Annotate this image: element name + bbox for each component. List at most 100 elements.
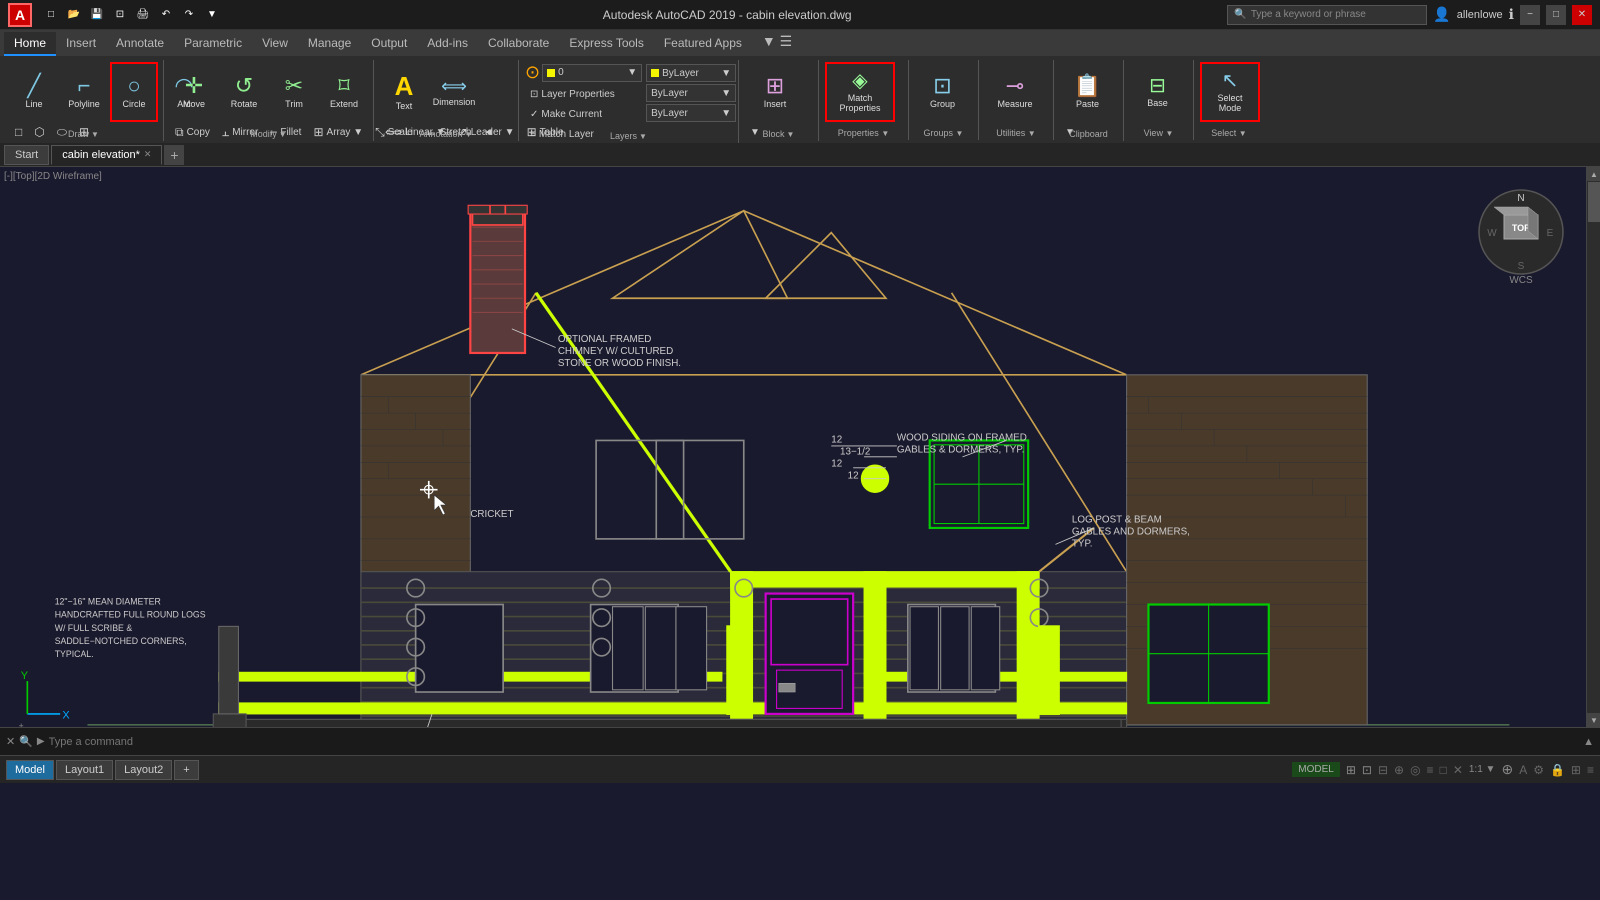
tab-annotate[interactable]: Annotate [106,32,174,56]
match-properties-button[interactable]: ◈ MatchProperties [825,62,895,122]
search-box[interactable]: 🔍 Type a keyword or phrase [1227,5,1427,25]
measure-button[interactable]: ⊸ Measure [985,62,1045,122]
cmd-x-icon[interactable]: ✕ [6,735,15,748]
view-label[interactable]: View ▼ [1144,128,1174,138]
snap-icon[interactable]: ⊡ [1362,763,1372,777]
matchprops-label[interactable]: Properties ▼ [838,128,889,138]
grid-icon[interactable]: ⊞ [1346,763,1356,777]
minimize-button[interactable]: − [1520,5,1540,25]
add-tab-button[interactable]: + [164,145,184,165]
scroll-thumb[interactable] [1588,182,1600,222]
modify-label[interactable]: Modify ▼ [250,129,286,139]
scroll-down-button[interactable]: ▼ [1587,713,1600,727]
selection-icon[interactable]: ✕ [1453,763,1463,777]
qat-redo[interactable]: ↷ [178,4,200,26]
insert-expand-icon: ▼ [787,130,795,139]
trim-button[interactable]: ✂ Trim [270,62,318,122]
select-label[interactable]: Select ▼ [1211,128,1246,138]
tab-output[interactable]: Output [361,32,417,56]
osnap-icon[interactable]: ◎ [1410,763,1420,777]
make-current-button[interactable]: ✓ Make Current [525,105,642,123]
insert-label[interactable]: Block ▼ [763,129,795,139]
rectangle-button[interactable]: □ [10,123,27,141]
layer-icon-row: ⊙ 0 ▼ [525,62,642,83]
lock-icon[interactable]: 🔒 [1550,763,1565,777]
insert-button[interactable]: ⊞ Insert [745,62,805,122]
rotate-button[interactable]: ↺ Rotate [220,62,268,122]
select-mode-button[interactable]: ↖ SelectMode [1200,62,1260,122]
tab-addins[interactable]: Add-ins [417,32,478,56]
layer-properties-button[interactable]: ⊡ Layer Properties [525,85,642,103]
lineweight-dropdown[interactable]: ByLayer ▼ [646,104,736,122]
svg-text:12: 12 [848,471,859,482]
workspace-icon[interactable]: ⚙ [1533,763,1544,777]
line-button[interactable]: ╱ Line [10,62,58,122]
annotation-label[interactable]: Annotation ▼ [420,129,473,139]
qat-plot[interactable]: 🖨 [132,4,154,26]
tab-insert[interactable]: Insert [56,32,106,56]
text-button[interactable]: A Text [380,62,428,122]
tab-express[interactable]: Express Tools [559,32,653,56]
tab-collaborate[interactable]: Collaborate [478,32,559,56]
maximize-button[interactable]: □ [1546,5,1566,25]
add-layout-button[interactable]: + [174,760,198,780]
autocad-logo[interactable]: A [8,3,32,27]
layers-label[interactable]: Layers ▼ [610,131,647,141]
layout1-tab[interactable]: Layout1 [56,760,113,780]
move-button[interactable]: ✛ Move [170,62,218,122]
dimension-button[interactable]: ⟺ Dimension [430,62,478,122]
polyline-button[interactable]: ⌐ Polyline [60,62,108,122]
transparency-icon[interactable]: □ [1440,763,1447,777]
qat-more[interactable]: ▼ [201,4,223,26]
layout2-tab[interactable]: Layout2 [115,760,172,780]
clipboard-label[interactable]: Clipboard [1069,129,1108,139]
layer-dropdown[interactable]: 0 ▼ [542,64,642,82]
paste-button[interactable]: 📋 Paste [1060,62,1115,122]
draw-label[interactable]: Draw ▼ [68,129,99,139]
customize-icon[interactable]: ≡ [1587,763,1594,777]
close-button[interactable]: ✕ [1572,5,1592,25]
group-button[interactable]: ⊡ Group [915,62,970,122]
tab-close-icon[interactable]: ✕ [144,149,152,160]
drawing-viewport[interactable]: [-][Top][2D Wireframe] [0,167,1586,727]
qat-undo[interactable]: ↶ [155,4,177,26]
color-dropdown[interactable]: ByLayer ▼ [646,64,736,82]
qat-saveas[interactable]: ⊡ [109,4,131,26]
cmd-expand-icon[interactable]: ▲ [1583,736,1594,748]
info-icon[interactable]: ℹ [1509,6,1514,23]
tab-manage[interactable]: Manage [298,32,361,56]
view-compass[interactable]: N S W E TOP WCS [1476,187,1566,277]
copy-button[interactable]: ⧉ Copy [170,123,215,141]
extend-button[interactable]: ⌑ Extend [320,62,368,122]
qat-save[interactable]: 💾 [86,4,108,26]
command-input[interactable] [49,736,1579,748]
annotation-scale[interactable]: 1:1 ▼ [1469,764,1496,775]
polygon-button[interactable]: ⬡ [29,123,49,141]
tab-start[interactable]: Start [4,145,49,165]
util-expand-icon: ▼ [1028,129,1036,138]
fullscreen-icon[interactable]: ⊞ [1571,763,1581,777]
right-scrollbar[interactable]: ▲ ▼ [1586,167,1600,727]
scroll-up-button[interactable]: ▲ [1587,167,1600,181]
circle-button[interactable]: ○ Circle [110,62,158,122]
zoom-in-icon[interactable]: ⊕ [1501,761,1513,778]
linetype-dropdown[interactable]: ByLayer ▼ [646,84,736,102]
base-button[interactable]: ⊟ Base [1130,62,1185,122]
tab-view[interactable]: View [252,32,298,56]
tab-home[interactable]: Home [4,32,56,56]
qat-open[interactable]: 📂 [63,4,85,26]
utilities-label[interactable]: Utilities ▼ [996,128,1035,138]
cmd-search-icon[interactable]: 🔍 [19,735,33,748]
annotation-icon[interactable]: A [1519,763,1527,777]
polar-icon[interactable]: ⊕ [1394,763,1404,777]
ortho-icon[interactable]: ⊟ [1378,763,1388,777]
tab-more[interactable]: ▼ ☰ [752,29,802,56]
array-button[interactable]: ⊞ Array ▼ [308,123,368,141]
tab-featured[interactable]: Featured Apps [654,32,752,56]
lineweight-icon[interactable]: ≡ [1427,763,1434,777]
groups-label[interactable]: Groups ▼ [924,128,964,138]
tab-cabin-elevation[interactable]: cabin elevation* ✕ [51,145,162,165]
qat-new[interactable]: □ [40,4,62,26]
model-tab[interactable]: Model [6,760,54,780]
tab-parametric[interactable]: Parametric [174,32,252,56]
